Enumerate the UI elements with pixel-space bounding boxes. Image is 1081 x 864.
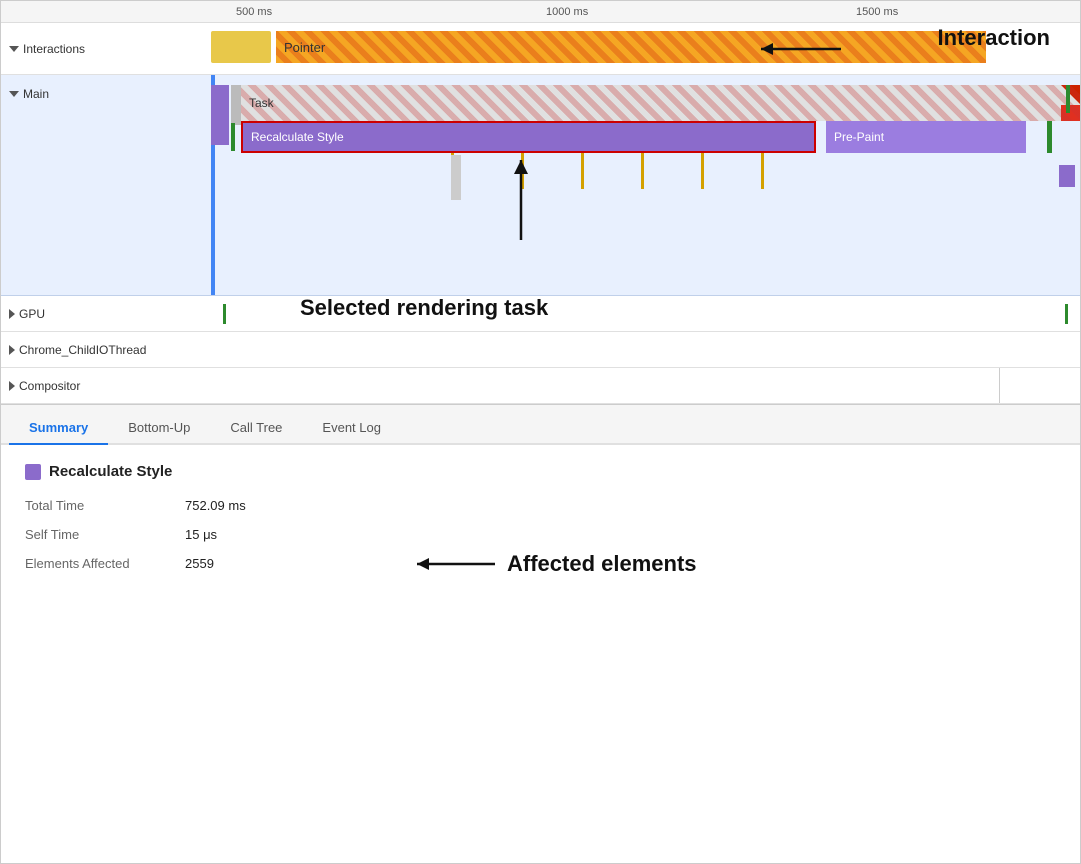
main-row: Main Task Recalculate Style Pre-Paint xyxy=(1,75,1080,296)
yellow-tick-6 xyxy=(761,153,764,189)
task-bar-red-block xyxy=(1061,105,1080,121)
compositor-label-text: Compositor xyxy=(19,379,80,393)
gpu-green-tick-2 xyxy=(1065,304,1068,324)
task-bar-red-corner xyxy=(1061,85,1080,105)
prepaint-label-text: Pre-Paint xyxy=(834,130,884,144)
tab-event-log[interactable]: Event Log xyxy=(302,412,401,445)
recalculate-style-bar[interactable]: Recalculate Style xyxy=(241,121,816,153)
task-label-text: Task xyxy=(249,96,274,110)
childio-content xyxy=(211,332,1080,367)
interactions-label[interactable]: Interactions xyxy=(1,42,211,56)
time-label-500: 500 ms xyxy=(236,6,272,18)
compositor-row: Compositor xyxy=(1,368,1080,404)
elements-value: 2559 xyxy=(185,556,214,571)
childio-label-text: Chrome_ChildIOThread xyxy=(19,343,146,357)
task-bar[interactable]: Task xyxy=(241,85,1080,121)
elements-label: Elements Affected xyxy=(25,556,185,571)
affected-annotation: Affected elements xyxy=(405,549,697,579)
gpu-label[interactable]: GPU xyxy=(1,307,211,321)
interaction-annotation: Interaction xyxy=(938,25,1050,51)
main-label-text: Main xyxy=(23,87,49,101)
total-time-row: Total Time 752.09 ms xyxy=(25,498,1056,513)
self-time-label: Self Time xyxy=(25,527,185,542)
pointer-label-text: Pointer xyxy=(284,40,325,55)
main-label[interactable]: Main xyxy=(1,75,211,101)
interactions-label-text: Interactions xyxy=(23,42,85,56)
small-purple-right xyxy=(1059,165,1075,187)
time-label-1500: 1500 ms xyxy=(856,6,898,18)
total-time-label: Total Time xyxy=(25,498,185,513)
total-time-value: 752.09 ms xyxy=(185,498,246,513)
small-green-right xyxy=(1066,85,1070,113)
tab-call-tree[interactable]: Call Tree xyxy=(210,412,302,445)
recalc-arrow xyxy=(506,150,536,240)
time-ruler: 500 ms 1000 ms 1500 ms xyxy=(1,1,1080,23)
compositor-content xyxy=(211,368,1080,403)
rendering-annotation: Selected rendering task xyxy=(300,295,548,321)
yellow-tick-4 xyxy=(641,153,644,189)
self-time-row: Self Time 15 μs xyxy=(25,527,1056,542)
time-label-1000: 1000 ms xyxy=(546,6,588,18)
tab-bottom-up[interactable]: Bottom-Up xyxy=(108,412,210,445)
recalc-label-text: Recalculate Style xyxy=(251,130,344,144)
summary-title: Recalculate Style xyxy=(25,463,1056,480)
small-gray-2 xyxy=(451,155,461,200)
compositor-expand-icon[interactable] xyxy=(9,381,15,391)
interactions-collapse-icon[interactable] xyxy=(9,46,19,52)
summary-title-text: Recalculate Style xyxy=(49,463,172,480)
small-green-right-2 xyxy=(1047,121,1052,153)
summary-panel: Recalculate Style Total Time 752.09 ms S… xyxy=(1,445,1080,589)
compositor-label[interactable]: Compositor xyxy=(1,379,211,393)
yellow-tick-3 xyxy=(581,153,584,189)
prepaint-bar[interactable]: Pre-Paint xyxy=(826,121,1026,153)
compositor-divider xyxy=(999,368,1000,403)
pointer-yellow-block xyxy=(211,31,271,63)
gpu-expand-icon[interactable] xyxy=(9,309,15,319)
main-collapse-icon[interactable] xyxy=(9,91,19,97)
gpu-label-text: GPU xyxy=(19,307,45,321)
yellow-tick-5 xyxy=(701,153,704,189)
self-time-value: 15 μs xyxy=(185,527,217,542)
tab-summary[interactable]: Summary xyxy=(9,412,108,445)
gpu-green-tick-1 xyxy=(223,304,226,324)
elements-affected-row: Elements Affected 2559 Affected elements xyxy=(25,556,1056,571)
affected-annotation-text: Affected elements xyxy=(507,551,697,577)
main-content: Task Recalculate Style Pre-Paint xyxy=(211,75,1080,295)
childio-expand-icon[interactable] xyxy=(9,345,15,355)
childio-row: Chrome_ChildIOThread xyxy=(1,332,1080,368)
pointer-bar[interactable]: Pointer xyxy=(276,31,986,63)
small-purple-left xyxy=(211,85,229,145)
interaction-arrow xyxy=(741,27,861,71)
timeline-panel: 500 ms 1000 ms 1500 ms Interactions Poin… xyxy=(1,1,1080,405)
interactions-row: Interactions Pointer Interaction xyxy=(1,23,1080,75)
recalc-color-swatch xyxy=(25,464,41,480)
small-green-left xyxy=(231,123,235,151)
childio-label[interactable]: Chrome_ChildIOThread xyxy=(1,343,211,357)
affected-arrow xyxy=(405,549,495,579)
tabs-bar: Summary Bottom-Up Call Tree Event Log xyxy=(1,405,1080,445)
